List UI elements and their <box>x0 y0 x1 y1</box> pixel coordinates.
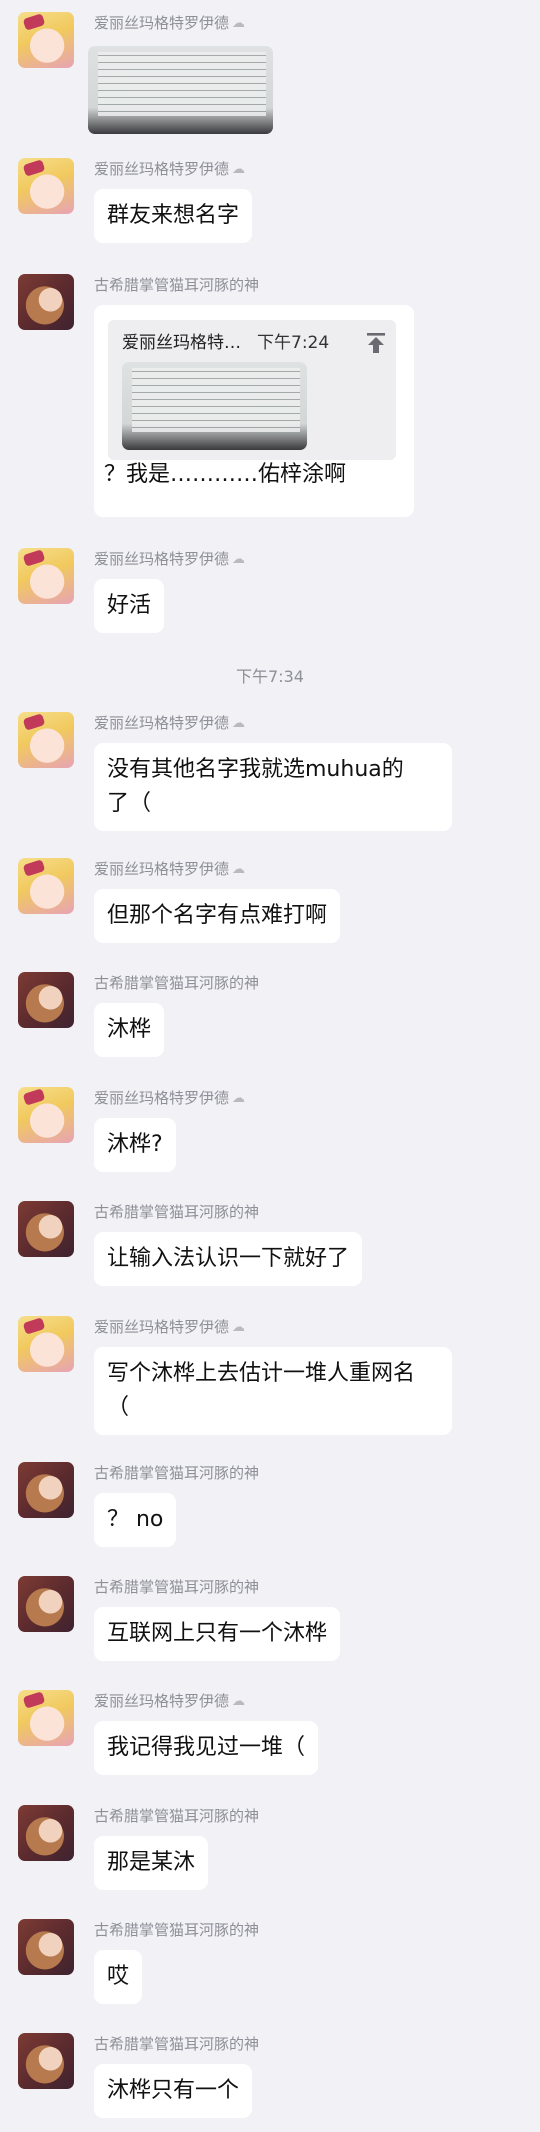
avatar-dolphin[interactable] <box>18 1201 74 1257</box>
avatar-alice[interactable] <box>18 1087 74 1143</box>
message-bubble[interactable]: ？ no <box>94 1493 177 1547</box>
sender-name: 古希腊掌管猫耳河豚的神 <box>94 1203 260 1221</box>
message-bubble[interactable]: 互联网上只有一个沐桦 <box>94 1607 341 1661</box>
sender-name: 古希腊掌管猫耳河豚的神 <box>94 1807 260 1825</box>
avatar-dolphin[interactable] <box>18 1462 74 1518</box>
level-badge-icon: ☁ <box>232 16 246 31</box>
document-photo <box>98 52 266 116</box>
quote-header: 爱丽丝玛格特… 下午7:24 <box>122 332 329 354</box>
sender-name: 古希腊掌管猫耳河豚的神 <box>94 2035 260 2053</box>
upload-arrow-icon[interactable] <box>366 332 386 354</box>
sender-name: 爱丽丝玛格特罗伊德 ☁ <box>94 1692 246 1710</box>
avatar-alice[interactable] <box>18 12 74 68</box>
sender-name: 爱丽丝玛格特罗伊德 ☁ <box>94 550 246 568</box>
sender-name: 爱丽丝玛格特罗伊德 ☁ <box>94 160 246 178</box>
message-line: 了（ <box>107 791 152 816</box>
avatar-alice[interactable] <box>18 712 74 768</box>
sender-name: 古希腊掌管猫耳河豚的神 <box>94 974 260 992</box>
message-bubble[interactable]: 没有其他名字我就选muhua的 了（ <box>94 743 452 831</box>
level-badge-icon: ☁ <box>232 162 246 177</box>
avatar-alice[interactable] <box>18 1690 74 1746</box>
level-badge-icon: ☁ <box>232 552 246 567</box>
level-badge-icon: ☁ <box>232 1694 246 1709</box>
avatar-dolphin[interactable] <box>18 1805 74 1861</box>
message-line: （ <box>107 1395 130 1420</box>
avatar-alice[interactable] <box>18 548 74 604</box>
message-bubble[interactable]: 沐桦 <box>94 1003 165 1057</box>
avatar-dolphin[interactable] <box>18 274 74 330</box>
image-message[interactable] <box>88 46 273 134</box>
message-bubble[interactable]: 我记得我见过一堆（ <box>94 1721 319 1775</box>
sender-name: 古希腊掌管猫耳河豚的神 <box>94 1921 260 1939</box>
sender-name: 古希腊掌管猫耳河豚的神 <box>94 1578 260 1596</box>
message-bubble[interactable]: 沐桦? <box>94 1118 176 1172</box>
avatar-dolphin[interactable] <box>18 972 74 1028</box>
sender-name: 爱丽丝玛格特罗伊德 ☁ <box>94 1318 246 1336</box>
message-bubble[interactable]: 但那个名字有点难打啊 <box>94 889 341 943</box>
avatar-dolphin[interactable] <box>18 1919 74 1975</box>
message-line: 没有其他名字我就选muhua的 <box>107 757 404 782</box>
level-badge-icon: ☁ <box>232 716 246 731</box>
message-bubble[interactable]: 写个沐桦上去估计一堆人重网名 （ <box>94 1347 452 1435</box>
reply-text: ？我是…………佑梓涂啊 <box>104 462 347 487</box>
message-bubble[interactable]: 群友来想名字 <box>94 189 253 243</box>
quote-time: 下午7:24 <box>257 333 330 353</box>
sender-name: 爱丽丝玛格特罗伊德 ☁ <box>94 860 246 878</box>
chat-window: 爱丽丝玛格特罗伊德 ☁ 爱丽丝玛格特罗伊德 ☁ 群友来想名字 古希腊掌管猫耳河豚的神… <box>0 0 540 2132</box>
sender-name: 古希腊掌管猫耳河豚的神 <box>94 276 260 294</box>
message-bubble[interactable]: 让输入法认识一下就好了 <box>94 1232 363 1286</box>
message-bubble[interactable]: 沐桦只有一个 <box>94 2064 253 2118</box>
document-photo <box>132 368 300 432</box>
sender-name: 古希腊掌管猫耳河豚的神 <box>94 1464 260 1482</box>
quote-sender: 爱丽丝玛格特… <box>122 333 241 353</box>
avatar-alice[interactable] <box>18 1316 74 1372</box>
avatar-alice[interactable] <box>18 158 74 214</box>
quoted-message[interactable]: 爱丽丝玛格特… 下午7:24 <box>108 320 396 460</box>
sender-name: 爱丽丝玛格特罗伊德 ☁ <box>94 14 246 32</box>
quoted-image <box>122 362 307 450</box>
level-badge-icon: ☁ <box>232 862 246 877</box>
level-badge-icon: ☁ <box>232 1091 246 1106</box>
avatar-dolphin[interactable] <box>18 2033 74 2089</box>
message-bubble[interactable]: 那是某沐 <box>94 1836 209 1890</box>
message-bubble[interactable]: 好活 <box>94 579 165 633</box>
sender-name: 爱丽丝玛格特罗伊德 ☁ <box>94 1089 246 1107</box>
avatar-alice[interactable] <box>18 858 74 914</box>
level-badge-icon: ☁ <box>232 1320 246 1335</box>
time-divider: 下午7:34 <box>236 667 304 686</box>
message-line: 写个沐桦上去估计一堆人重网名 <box>107 1361 416 1386</box>
sender-name: 爱丽丝玛格特罗伊德 ☁ <box>94 714 246 732</box>
message-bubble[interactable]: 哎 <box>94 1950 143 2004</box>
avatar-dolphin[interactable] <box>18 1576 74 1632</box>
